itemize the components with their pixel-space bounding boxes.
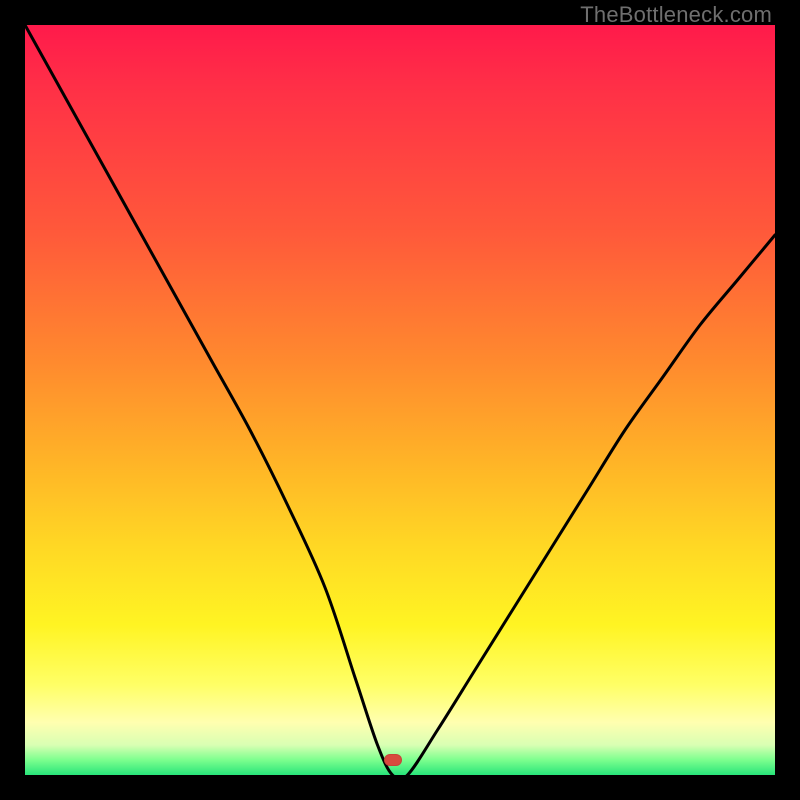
curve-path [25, 25, 775, 780]
optimal-point-marker [384, 754, 402, 766]
bottleneck-curve [25, 25, 775, 775]
plot-area [25, 25, 775, 775]
chart-frame: TheBottleneck.com [0, 0, 800, 800]
